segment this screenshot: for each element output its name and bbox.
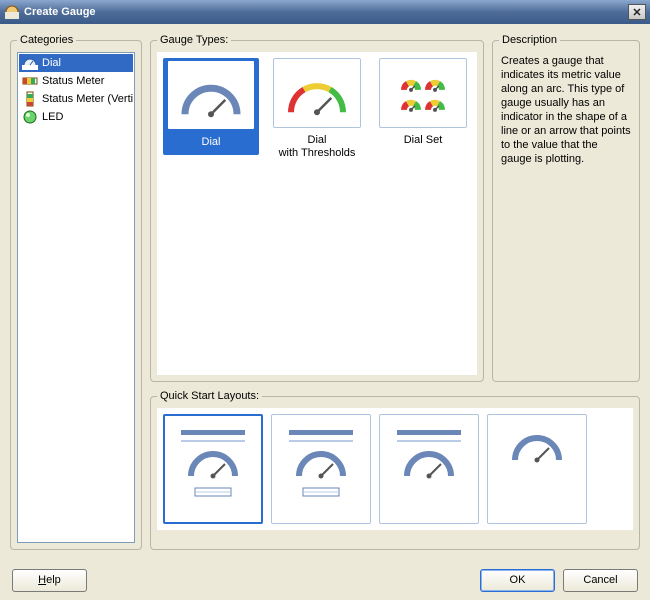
layout-option-0[interactable] [163,414,263,524]
layouts-panel: Quick Start Layouts: [150,390,640,550]
dial-icon [22,55,38,71]
gauge-type-label: Dial [165,134,257,153]
gauge-type-label: Dial Set [375,132,471,151]
gauge-type-dial-thresh[interactable]: Dialwith Thresholds [269,58,365,164]
gauge-types-panel: Gauge Types: DialDialwith ThresholdsDial… [150,34,484,382]
gauge-type-thumb [379,58,467,128]
titlebar: Create Gauge ✕ [0,0,650,24]
layouts-row [157,408,633,530]
description-panel: Description Creates a gauge that indicat… [492,34,640,382]
gauge-type-label: Dialwith Thresholds [269,132,365,164]
gauge-type-dial[interactable]: Dial [163,58,259,155]
gauge-types-grid: Dial Dialwith Thresholds Dial Set [157,52,477,375]
help-label: elp [46,574,61,586]
status-icon [22,73,38,89]
category-label: Dial [42,57,61,69]
dialog-content: Categories Dial Status Meter Status Meter … [0,24,650,560]
gauge-types-legend: Gauge Types: [157,34,231,46]
close-icon: ✕ [632,6,641,19]
category-label: Status Meter [42,75,104,87]
category-label: LED [42,111,63,123]
close-button[interactable]: ✕ [628,4,646,20]
gauge-type-thumb [167,60,255,130]
statusv-icon [22,91,38,107]
category-item-status[interactable]: Status Meter [19,72,133,90]
window-title: Create Gauge [24,6,628,18]
category-item-led[interactable]: LED [19,108,133,126]
gauge-type-thumb [273,58,361,128]
help-button[interactable]: Help [12,569,87,592]
button-bar: Help OK Cancel [0,560,650,600]
description-legend: Description [499,34,560,46]
layouts-legend: Quick Start Layouts: [157,390,262,402]
layout-option-1[interactable] [271,414,371,524]
ok-button[interactable]: OK [480,569,555,592]
categories-legend: Categories [17,34,76,46]
category-label: Status Meter (Verti... [42,93,133,105]
categories-panel: Categories Dial Status Meter Status Meter … [10,34,142,550]
category-item-statusv[interactable]: Status Meter (Verti... [19,90,133,108]
led-icon [22,109,38,125]
description-text: Creates a gauge that indicates its metri… [499,52,633,168]
category-item-dial[interactable]: Dial [19,54,133,72]
categories-list[interactable]: Dial Status Meter Status Meter (Verti... LE… [17,52,135,543]
cancel-button[interactable]: Cancel [563,569,638,592]
layout-option-2[interactable] [379,414,479,524]
app-icon [4,4,20,20]
gauge-type-dial-set[interactable]: Dial Set [375,58,471,151]
layout-option-3[interactable] [487,414,587,524]
